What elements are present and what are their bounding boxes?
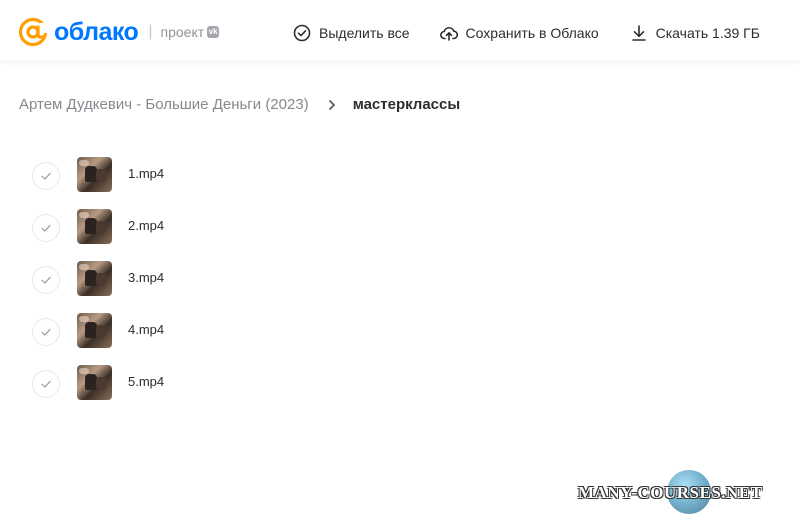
select-checkbox[interactable] [32,214,60,242]
video-thumbnail[interactable] [77,209,112,244]
select-checkbox[interactable] [32,162,60,190]
at-sign-logo-icon [18,17,48,47]
check-icon [41,276,51,284]
download-button[interactable]: Скачать 1.39 ГБ [629,23,760,43]
file-name[interactable]: 4.mp4 [128,322,164,337]
video-thumbnail[interactable] [77,365,112,400]
file-name[interactable]: 1.mp4 [128,166,164,181]
watermark-text: MANY-COURSES.NET [578,483,763,502]
cloud-upload-icon [439,26,458,41]
video-thumbnail[interactable] [77,261,112,296]
watermark: MANY-COURSES.NET [578,470,794,520]
download-icon [631,25,646,41]
video-thumbnail[interactable] [77,157,112,192]
check-icon [41,328,51,336]
check-icon [41,380,51,388]
select-all-label: Выделить все [319,25,410,41]
file-row[interactable]: 1.mp4 [0,150,800,202]
project-label: проект [160,24,205,40]
save-to-cloud-label: Сохранить в Облако [465,25,599,41]
file-row[interactable]: 5.mp4 [0,358,800,410]
file-row[interactable]: 2.mp4 [0,202,800,254]
chevron-right-icon [328,99,335,110]
file-name[interactable]: 2.mp4 [128,218,164,233]
file-row[interactable]: 4.mp4 [0,306,800,358]
select-checkbox[interactable] [32,266,60,294]
check-circle-icon [293,24,311,42]
file-name[interactable]: 3.mp4 [128,270,164,285]
breadcrumb: Артем Дудкевич - Большие Деньги (2023) м… [19,96,460,113]
vk-badge-icon: vk [207,26,220,38]
select-checkbox[interactable] [32,318,60,346]
breadcrumb-parent-link[interactable]: Артем Дудкевич - Большие Деньги (2023) [19,96,309,113]
file-name[interactable]: 5.mp4 [128,374,164,389]
file-list: 1.mp4 2.mp4 3.mp4 4.mp4 5.mp4 [0,150,800,410]
file-row[interactable]: 3.mp4 [0,254,800,306]
check-icon [41,224,51,232]
video-thumbnail[interactable] [77,313,112,348]
cloud-logo[interactable]: облако | проект vk [18,17,220,47]
logo-text: облако [54,18,139,46]
save-to-cloud-button[interactable]: Сохранить в Облако [439,23,599,43]
download-label: Скачать 1.39 ГБ [655,25,760,41]
header-actions: Выделить все Сохранить в Облако Скачать … [292,0,760,66]
check-icon [41,172,51,180]
select-all-button[interactable]: Выделить все [292,23,410,43]
select-checkbox[interactable] [32,370,60,398]
logo-separator: | [148,23,153,40]
top-header: облако | проект vk Выделить все Сохранит… [0,0,800,60]
breadcrumb-current: мастерклассы [352,96,461,113]
